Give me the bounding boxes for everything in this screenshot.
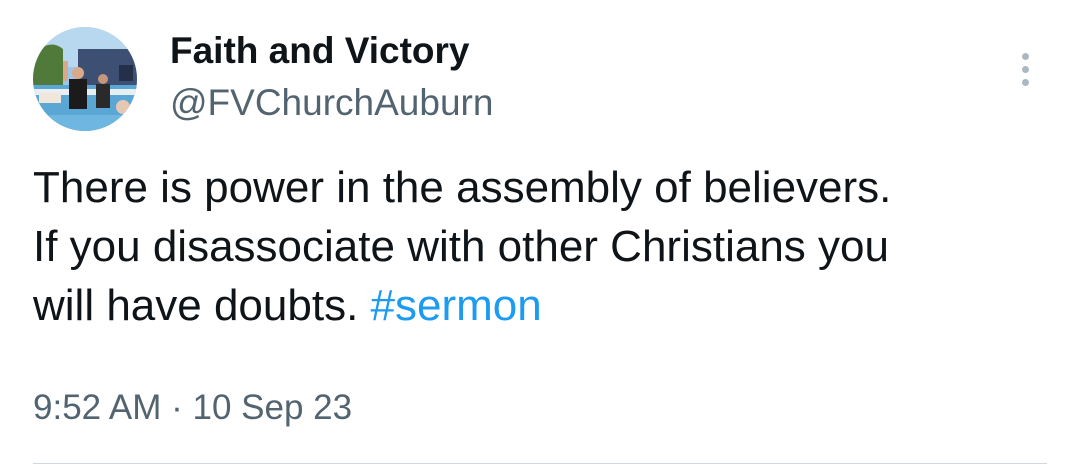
tweet-card: Faith and Victory @FVChurchAuburn There … <box>0 0 1080 472</box>
avatar-photo <box>33 27 137 131</box>
divider <box>33 463 1047 464</box>
tweet-text-line: If you disassociate with other Christian… <box>33 222 889 271</box>
avatar[interactable] <box>33 27 137 131</box>
author-handle[interactable]: @FVChurchAuburn <box>170 82 493 124</box>
tweet-text-segment: will have doubts. <box>33 281 371 330</box>
more-options-button[interactable] <box>1008 46 1044 92</box>
author-display-name[interactable]: Faith and Victory <box>170 30 470 72</box>
tweet-text: There is power in the assembly of believ… <box>33 158 1063 335</box>
tweet-text-line: There is power in the assembly of believ… <box>33 163 892 212</box>
hashtag-link[interactable]: #sermon <box>371 281 542 330</box>
tweet-text-line: will have doubts. #sermon <box>33 276 1063 335</box>
tweet-timestamp[interactable]: 9:52 AM · 10 Sep 23 <box>33 388 352 428</box>
